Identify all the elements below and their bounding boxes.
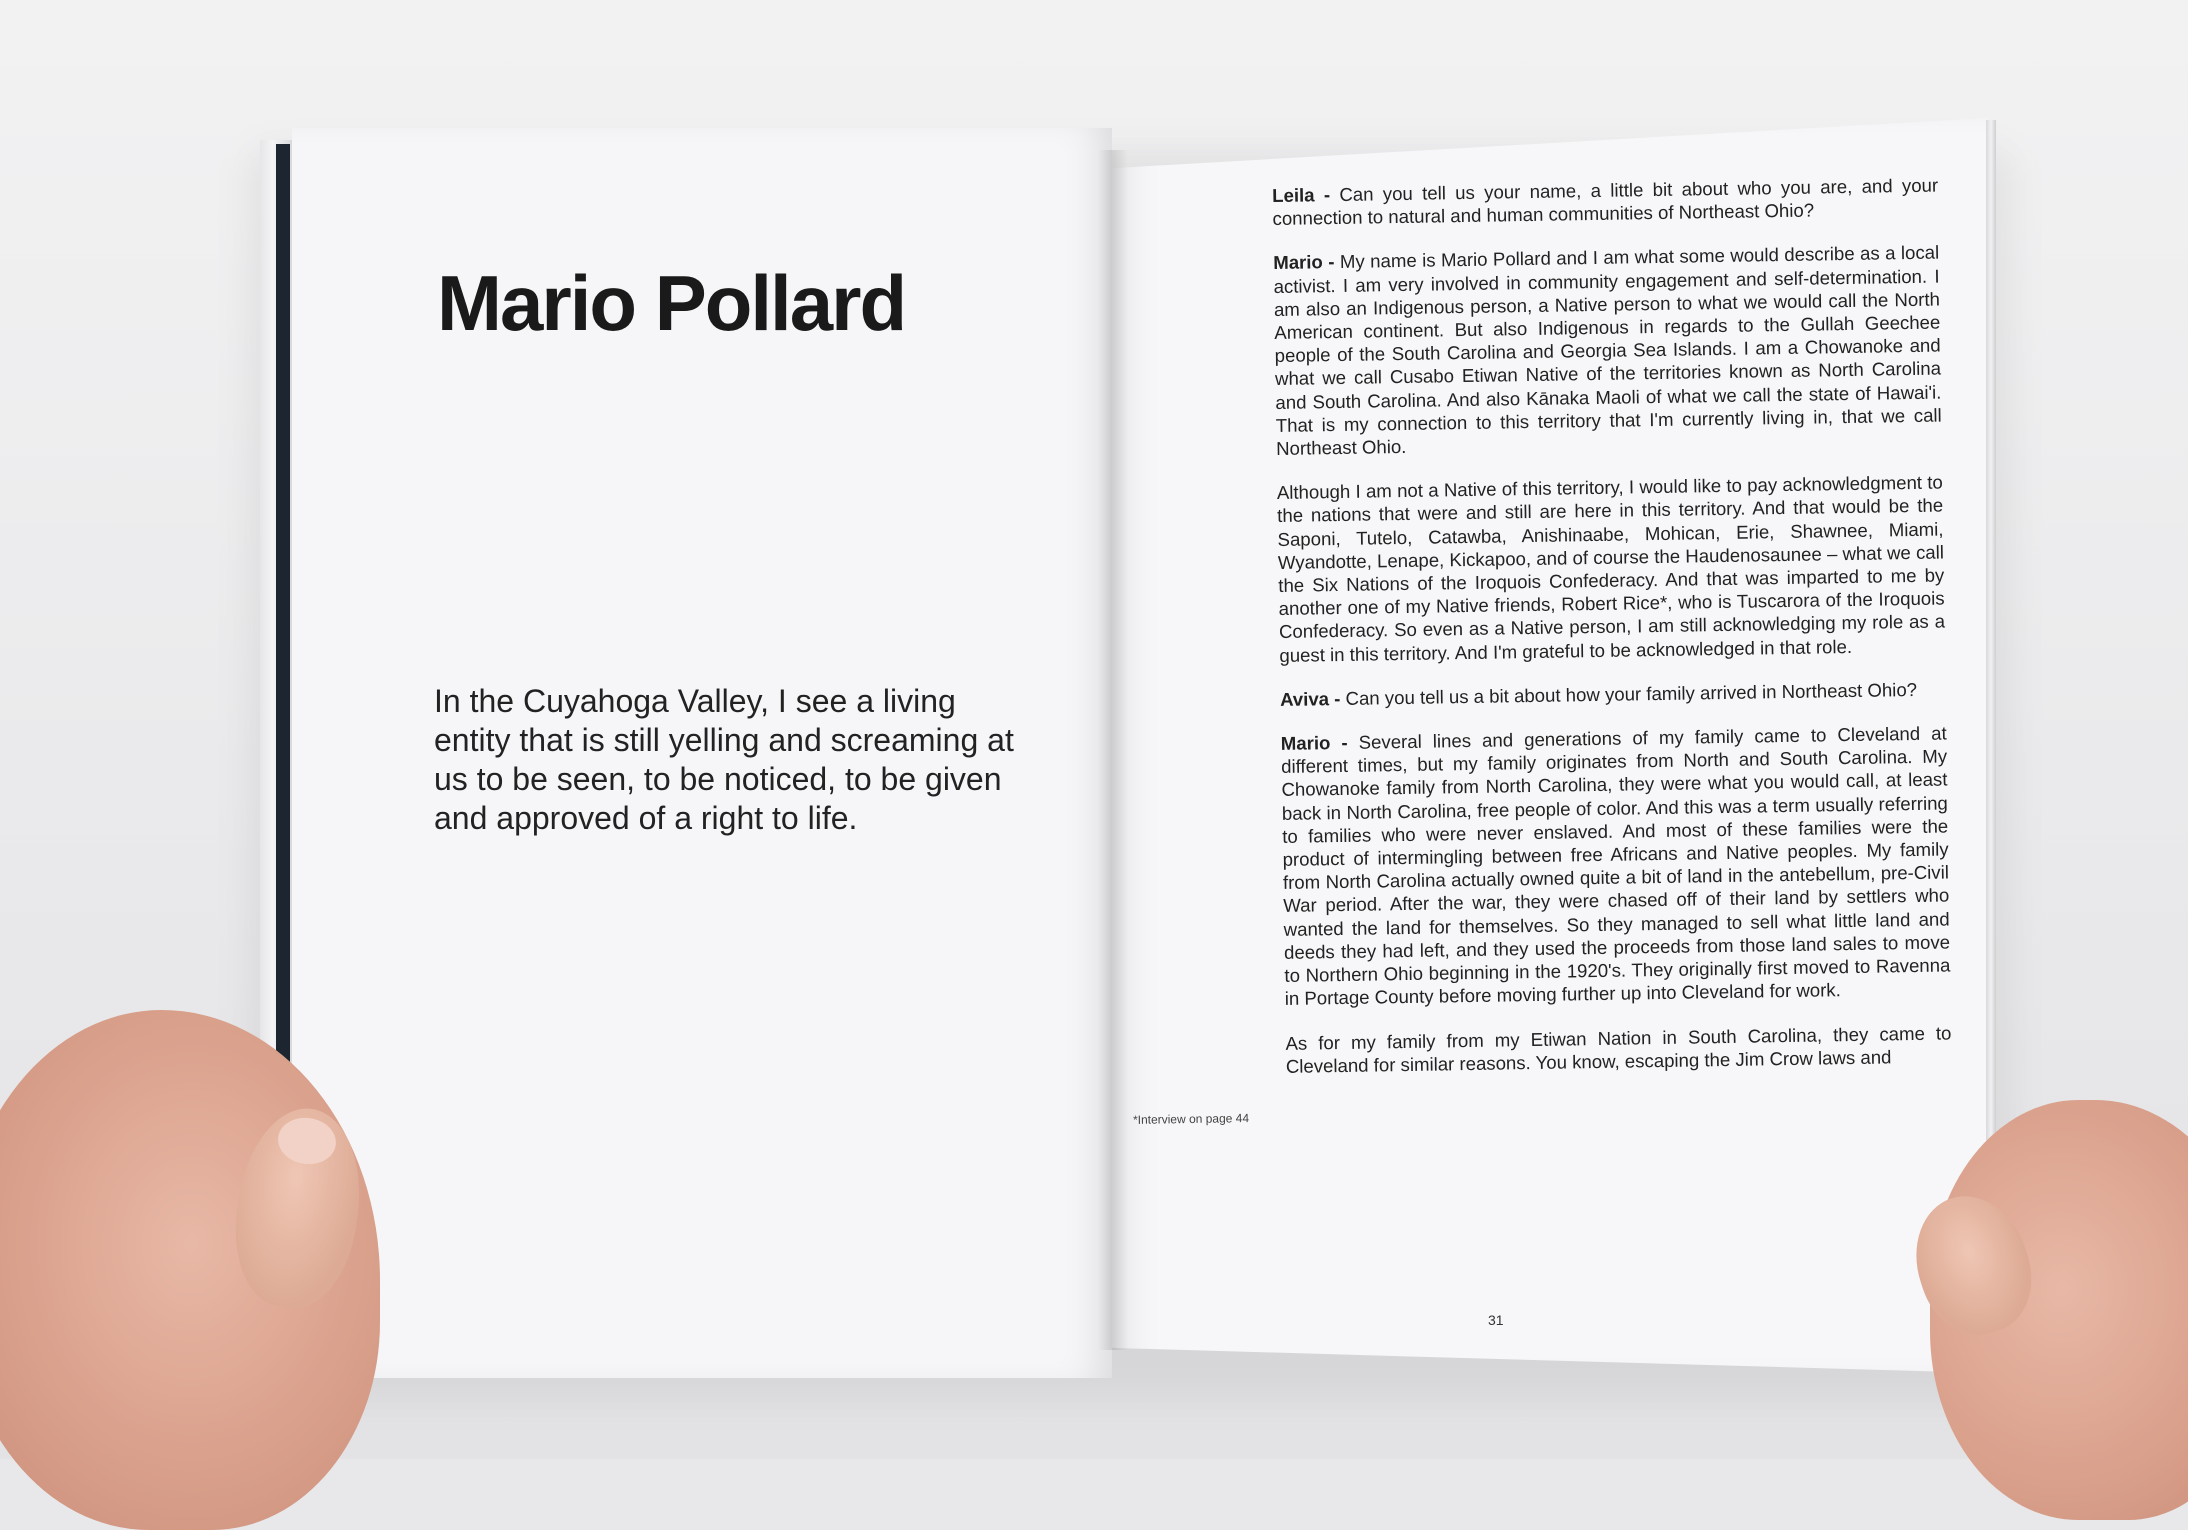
speaker-label: Aviva - [1280, 688, 1341, 710]
page-edge-stack-right [1986, 120, 1996, 1270]
interview-paragraph: Leila - Can you tell us your name, a lit… [1272, 174, 1939, 231]
paragraph-text: As for my family from my Etiwan Nation i… [1285, 1022, 1951, 1077]
speaker-label: Leila - [1272, 184, 1330, 206]
page-number: 31 [1488, 1312, 1504, 1328]
paragraph-text: Several lines and generations of my fami… [1281, 723, 1951, 1010]
interview-paragraph: Mario - My name is Mario Pollard and I a… [1273, 241, 1942, 460]
interview-text: Leila - Can you tell us your name, a lit… [1272, 174, 1952, 1099]
page-title: Mario Pollard [437, 258, 905, 349]
speaker-label: Mario - [1273, 251, 1335, 273]
interview-paragraph: Although I am not a Native of this terri… [1277, 471, 1946, 667]
book-gutter [1098, 150, 1128, 1350]
paragraph-text: Can you tell us a bit about how your fam… [1345, 679, 1917, 709]
pull-quote: In the Cuyahoga Valley, I see a living e… [434, 682, 1034, 838]
interview-paragraph: Mario - Several lines and generations of… [1281, 722, 1951, 1011]
interview-paragraph: Aviva - Can you tell us a bit about how … [1280, 677, 1946, 711]
interview-paragraph: As for my family from my Etiwan Nation i… [1285, 1021, 1952, 1078]
paragraph-text: My name is Mario Pollard and I am what s… [1273, 242, 1941, 459]
paragraph-text: Can you tell us your name, a little bit … [1272, 175, 1938, 230]
paragraph-text: Although I am not a Native of this terri… [1277, 472, 1945, 666]
footnote: *Interview on page 44 [1133, 1111, 1249, 1127]
speaker-label: Mario - [1281, 732, 1348, 754]
